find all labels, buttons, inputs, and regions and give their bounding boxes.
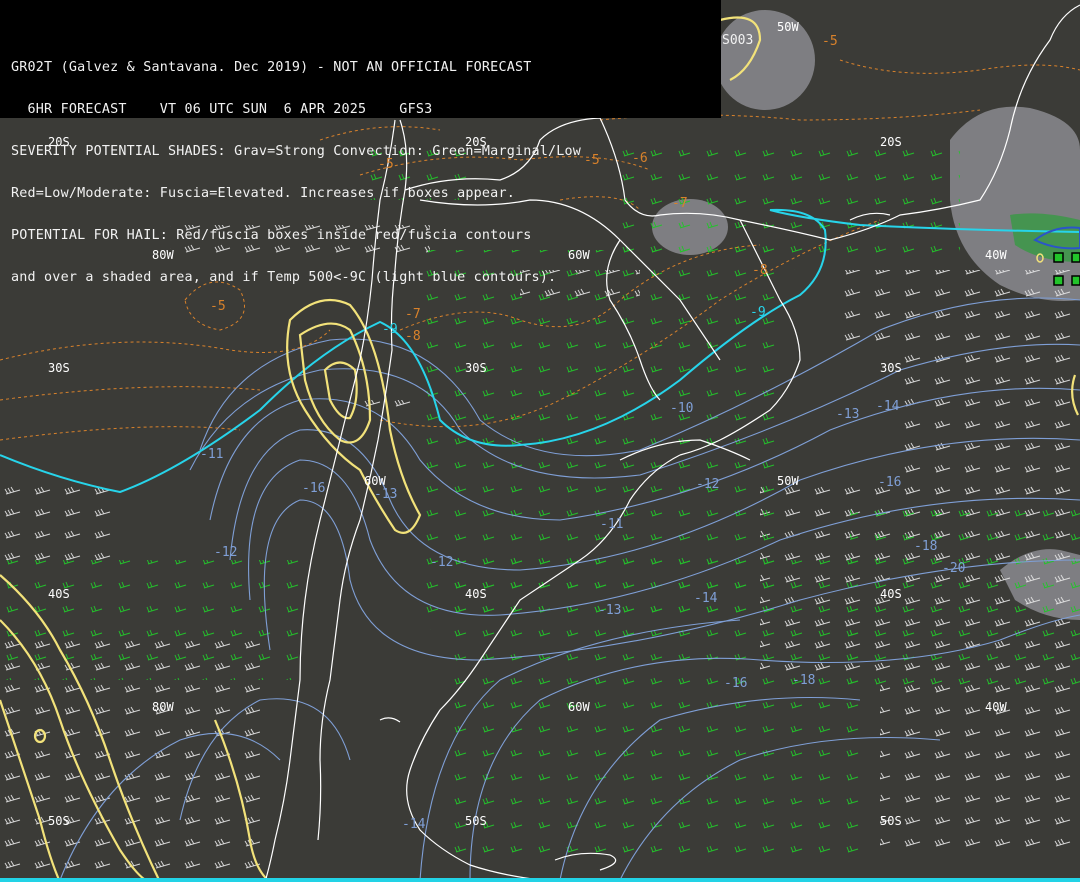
lat-label-30s-west: 30S <box>48 361 70 375</box>
bottom-border <box>0 878 1080 882</box>
lat-label-40s-east: 40S <box>880 587 902 601</box>
blue-label: -13 <box>374 487 397 502</box>
blue-label: -13 <box>836 407 859 422</box>
cyan-label: -9 <box>382 322 398 337</box>
header-line-temp: and over a shaded area, and if Temp 500<… <box>11 270 557 285</box>
blue-label: -18 <box>792 673 815 688</box>
alert-box <box>1071 275 1080 286</box>
blue-label: -10 <box>670 401 693 416</box>
alert-box <box>1053 252 1064 263</box>
header-station-label: S003 <box>722 33 754 48</box>
header-line-severity: SEVERITY POTENTIAL SHADES: Grav=Strong C… <box>11 144 582 159</box>
blue-label: -16 <box>724 676 747 691</box>
weather-map: 20S 20S 20S 30S 30S 30S 40S 40S 40S 50S … <box>0 0 1080 882</box>
blue-label: -12 <box>696 477 719 492</box>
blue-label: -16 <box>302 481 325 496</box>
alert-box <box>1053 275 1064 286</box>
lon-label-40w-north: 40W <box>985 248 1007 262</box>
header-line-hail: POTENTIAL FOR HAIL: Red/fuscia boxes ins… <box>11 228 532 243</box>
lon-label-60w-south: 60W <box>568 700 590 714</box>
blue-label: -16 <box>878 475 901 490</box>
lon-label-80w-south: 80W <box>152 700 174 714</box>
blue-label: -11 <box>200 447 223 462</box>
lat-label-40s-mid: 40S <box>465 587 487 601</box>
lon-label-50w-north: 50W <box>777 20 799 34</box>
blue-label: -13 <box>598 603 621 618</box>
gray-shade-north <box>715 10 815 110</box>
orange-label: -8 <box>405 329 421 344</box>
blue-label: -20 <box>942 561 965 576</box>
blue-label: -12 <box>214 545 237 560</box>
lat-label-30s-east: 30S <box>880 361 902 375</box>
orange-label: -5 <box>822 34 838 49</box>
orange-label: -8 <box>752 263 768 278</box>
lat-label-40s-west: 40S <box>48 587 70 601</box>
lat-label-30s-mid: 30S <box>465 361 487 375</box>
blue-label: -14 <box>402 817 426 832</box>
lat-label-50s-west: 50S <box>48 814 70 828</box>
header-line-title: GR02T (Galvez & Santavana. Dec 2019) - N… <box>11 60 532 75</box>
blue-label: -14 <box>876 399 900 414</box>
lon-label-40w-south: 40W <box>985 700 1007 714</box>
lon-label-50w-mid: 50W <box>777 474 799 488</box>
lon-label-70w: 60W <box>364 474 386 488</box>
lat-label-20s-east: 20S <box>880 135 902 149</box>
cyan-label: -9 <box>750 305 766 320</box>
lat-label-50s-east: 50S <box>880 814 902 828</box>
lat-label-50s-mid: 50S <box>465 814 487 828</box>
alert-box <box>1071 252 1080 263</box>
blue-label: -14 <box>694 591 718 606</box>
forecast-header: GR02T (Galvez & Santavana. Dec 2019) - N… <box>0 0 721 285</box>
blue-label: -11 <box>600 517 623 532</box>
blue-label: -12 <box>430 555 453 570</box>
header-line-forecast: 6HR FORECAST VT 06 UTC SUN 6 APR 2025 GF… <box>11 102 433 117</box>
header-line-legend: Red=Low/Moderate: Fuscia=Elevated. Incre… <box>11 186 515 201</box>
blue-label: -18 <box>914 539 937 554</box>
